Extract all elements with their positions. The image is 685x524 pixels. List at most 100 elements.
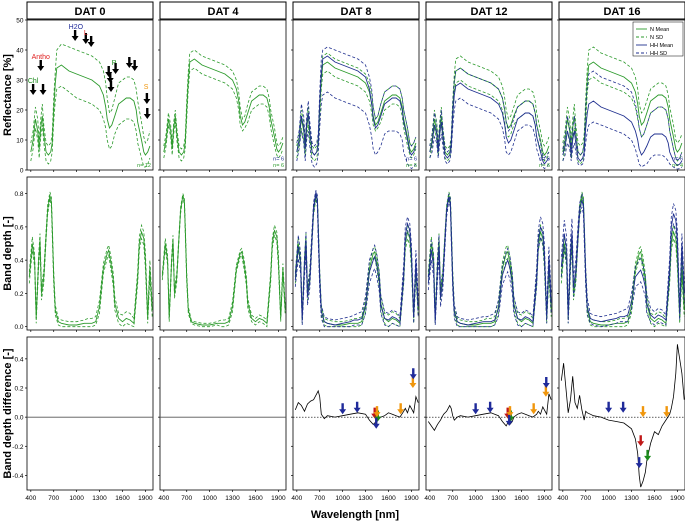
column-header-label: DAT 0: [75, 6, 106, 18]
absorption-feature-label: S: [144, 84, 149, 91]
sample-count-label: n= 6: [539, 163, 550, 169]
x-tick-label: 400: [557, 495, 568, 502]
panel-frame: [26, 176, 154, 331]
x-tick-label: 1600: [514, 495, 529, 502]
x-tick-label: 1600: [381, 495, 396, 502]
x-tick-label: 1000: [69, 495, 84, 502]
x-tick-label: 1600: [248, 495, 263, 502]
panel: n= 6n= 6: [158, 19, 287, 172]
sample-count-label: n= 6: [406, 157, 417, 163]
x-tick-label: 1000: [468, 495, 483, 502]
panel: 400 700 1000 1300 1600 1900: [557, 336, 685, 502]
absorption-feature-label: H2O: [69, 24, 84, 31]
row-ylabel-reflectance: Reflectance [%]: [2, 54, 14, 136]
figure: DAT 0 DAT 4 DAT 8 DAT 12 DAT 16 Reflecta…: [2, 1, 685, 521]
x-tick-label: 700: [447, 495, 458, 502]
x-tick-label: 1300: [491, 495, 506, 502]
panel: n= 6n= 4 N Mean N SD HH Mean HH SD: [557, 19, 685, 172]
legend-label: HH Mean: [650, 43, 673, 49]
column-header: DAT 4: [159, 1, 287, 20]
x-tick-label: 400: [25, 495, 36, 502]
panel: [291, 176, 420, 332]
x-tick-label: 700: [48, 495, 59, 502]
x-tick-label: 700: [580, 495, 591, 502]
x-tick-label: 1600: [647, 495, 662, 502]
x-tick-label: 1900: [404, 495, 419, 502]
y-tick-label: 0: [20, 168, 24, 175]
y-tick-label: 50: [16, 18, 24, 25]
column-header-label: DAT 12: [470, 6, 507, 18]
column-header: DAT 12: [425, 1, 553, 20]
panel: [158, 176, 287, 332]
y-tick-label: 10: [16, 138, 24, 145]
y-tick-label: 0.2: [14, 386, 23, 393]
panel-frame: [159, 176, 287, 331]
x-tick-label: 700: [314, 495, 325, 502]
panel: [424, 176, 553, 332]
absorption-feature-label: Chl: [28, 78, 39, 85]
x-tick-label: 1600: [115, 495, 130, 502]
y-tick-label: 20: [16, 108, 24, 115]
x-tick-label: 400: [424, 495, 435, 502]
x-tick-label: 1300: [225, 495, 240, 502]
panel-frame: [159, 336, 287, 491]
sample-count-label: n= 6: [273, 157, 284, 163]
panel: n= 6n= 5: [291, 19, 420, 172]
sample-count-label: n= 6: [273, 163, 284, 169]
y-tick-label: 0.0: [14, 324, 23, 331]
x-tick-label: 1900: [670, 495, 685, 502]
y-tick-label: 0.4: [14, 258, 23, 265]
sample-count-label: n= 5: [406, 163, 417, 169]
sample-count-label: n= 6: [672, 157, 683, 163]
x-axis-label: Wavelength [nm]: [311, 509, 400, 521]
panel: 400 700 1000 1300 1600 1900: [291, 336, 420, 502]
column-header-label: DAT 8: [341, 6, 372, 18]
y-tick-label: 0.0: [14, 415, 23, 422]
absorption-feature-label: P: [112, 60, 117, 67]
row-ylabel-band-depth: Band depth [-]: [2, 216, 14, 291]
x-tick-label: 1900: [537, 495, 552, 502]
x-tick-label: 1000: [202, 495, 217, 502]
y-tick-label: 0.8: [14, 191, 23, 198]
panel: -0.4 -0.2 0.0 0.2 0.4 400 700 1000 1300 1600 1900: [12, 336, 154, 502]
sample-count-label: n= 12: [137, 163, 151, 169]
x-tick-label: 1300: [92, 495, 107, 502]
row-ylabel-band-depth-difference: Band depth difference [-]: [2, 348, 14, 479]
panel-frame: [26, 336, 154, 491]
absorption-feature-label: L: [84, 30, 88, 37]
plot-area: 01020304050n= 12AnthoChlH2OLPSn= 6n= 6n=…: [12, 18, 685, 502]
x-tick-label: 1300: [358, 495, 373, 502]
x-tick-label: 1300: [624, 495, 639, 502]
y-tick-label: -0.4: [12, 473, 24, 480]
y-tick-label: 0.2: [14, 291, 23, 298]
sample-count-label: n= 4: [672, 163, 683, 169]
panel: n= 6n= 6: [424, 19, 553, 172]
legend-label: HH SD: [650, 51, 667, 57]
x-tick-label: 700: [181, 495, 192, 502]
absorption-feature-label: Antho: [32, 54, 50, 61]
x-tick-label: 1900: [271, 495, 286, 502]
x-tick-label: 400: [291, 495, 302, 502]
column-header-label: DAT 16: [603, 6, 640, 18]
panel: 0 10 20 30 40 50 n= 12 Antho Chl H2OL P S: [16, 18, 154, 175]
y-tick-label: 0.6: [14, 224, 23, 231]
legend-label: N Mean: [650, 27, 669, 33]
sample-count-label: n= 6: [539, 157, 550, 163]
panel: 400 700 1000 1300 1600 1900: [158, 336, 287, 502]
y-tick-label: -0.2: [12, 444, 24, 451]
x-tick-label: 1000: [335, 495, 350, 502]
column-header: DAT 0: [26, 1, 154, 20]
y-tick-label: 30: [16, 78, 24, 85]
panel: 400 700 1000 1300 1600 1900: [424, 336, 553, 502]
column-header: DAT 8: [292, 1, 420, 20]
column-headers: DAT 0 DAT 4 DAT 8 DAT 12 DAT 16: [26, 1, 685, 20]
x-tick-label: 1000: [601, 495, 616, 502]
panel: 0.0 0.2 0.4 0.6 0.8: [14, 176, 154, 332]
legend-label: N SD: [650, 35, 663, 41]
x-tick-label: 1900: [138, 495, 153, 502]
panel-frame: [425, 176, 553, 331]
legend: N Mean N SD HH Mean HH SD: [632, 21, 684, 57]
x-tick-label: 400: [158, 495, 169, 502]
y-tick-label: 0.4: [14, 356, 23, 363]
column-header: DAT 16: [558, 1, 685, 20]
